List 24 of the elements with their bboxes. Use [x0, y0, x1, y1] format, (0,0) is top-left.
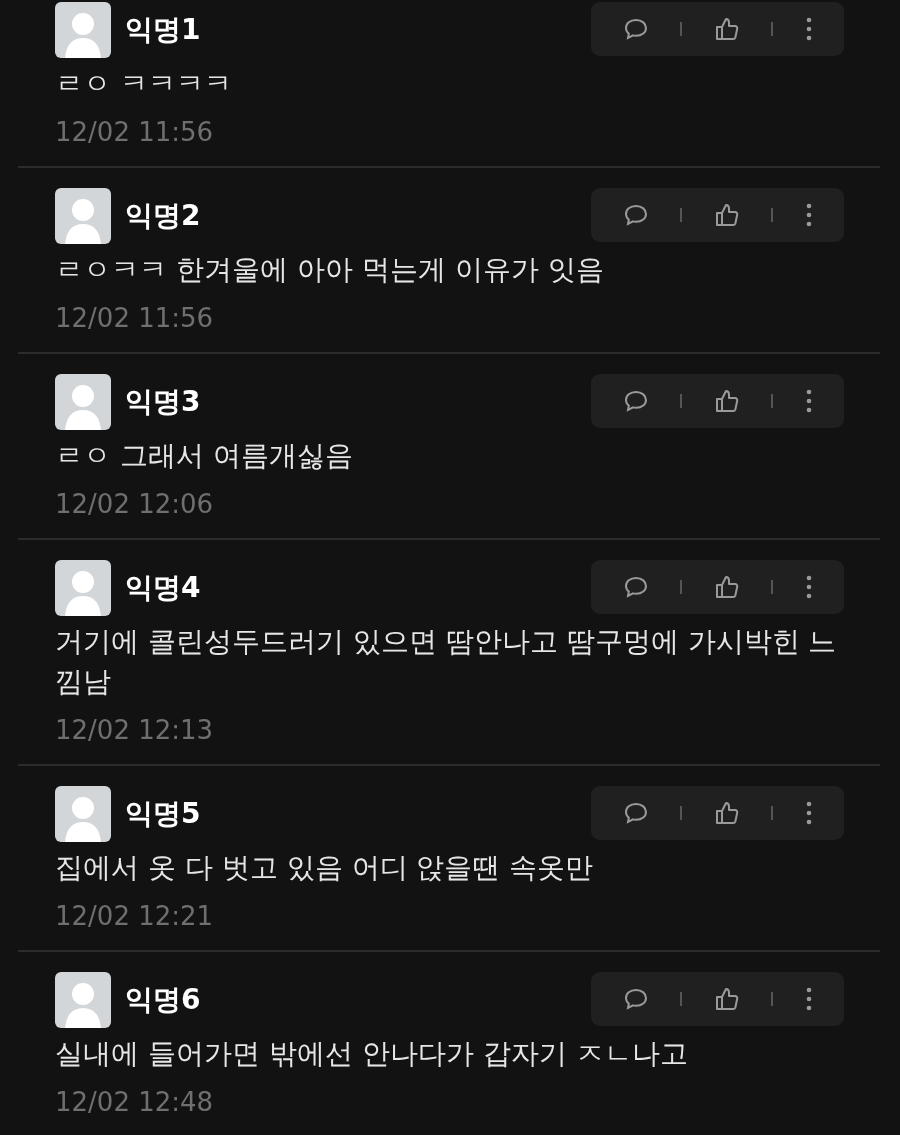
comment-text: ㄹㅇ 그래서 여름개싫음	[55, 438, 354, 474]
author-name: 익명4	[125, 570, 201, 606]
comment-text: 집에서 옷 다 벗고 있음 어디 앉을땐 속옷만	[55, 850, 595, 886]
comment-time: 12/02 12:48	[55, 1086, 215, 1119]
comment-text: 실내에 들어가면 밖에선 안나다가 갑자기 ㅈㄴ나고	[55, 1036, 689, 1072]
avatar-icon	[55, 2, 111, 58]
author-name: 익명2	[125, 198, 201, 234]
comment-time: 12/02 11:56	[55, 302, 215, 335]
avatar-icon	[55, 786, 111, 842]
comment-text: ㄹㅇㅋㅋ 한겨울에 아아 먹는게 이유가 잇음	[55, 252, 605, 288]
comment-text: ㄹㅇ ㅋㅋㅋㅋ	[55, 66, 233, 102]
author-name: 익명3	[125, 384, 201, 420]
comment-time: 12/02 11:56	[55, 116, 215, 149]
author-name: 익명1	[125, 12, 201, 48]
avatar-icon	[55, 560, 111, 616]
author-name: 익명5	[125, 796, 201, 832]
author-name: 익명6	[125, 982, 201, 1018]
avatar-icon	[55, 374, 111, 430]
avatar-icon	[55, 972, 111, 1028]
avatar-icon	[55, 188, 111, 244]
comment-time: 12/02 12:06	[55, 488, 215, 521]
comment-time: 12/02 12:21	[55, 900, 215, 933]
comment-time: 12/02 12:13	[55, 714, 215, 747]
comment-text: 거기에 콜린성두드러기 있으면 땀안나고 땀구멍에 가시박힌 느낌남	[55, 624, 838, 700]
